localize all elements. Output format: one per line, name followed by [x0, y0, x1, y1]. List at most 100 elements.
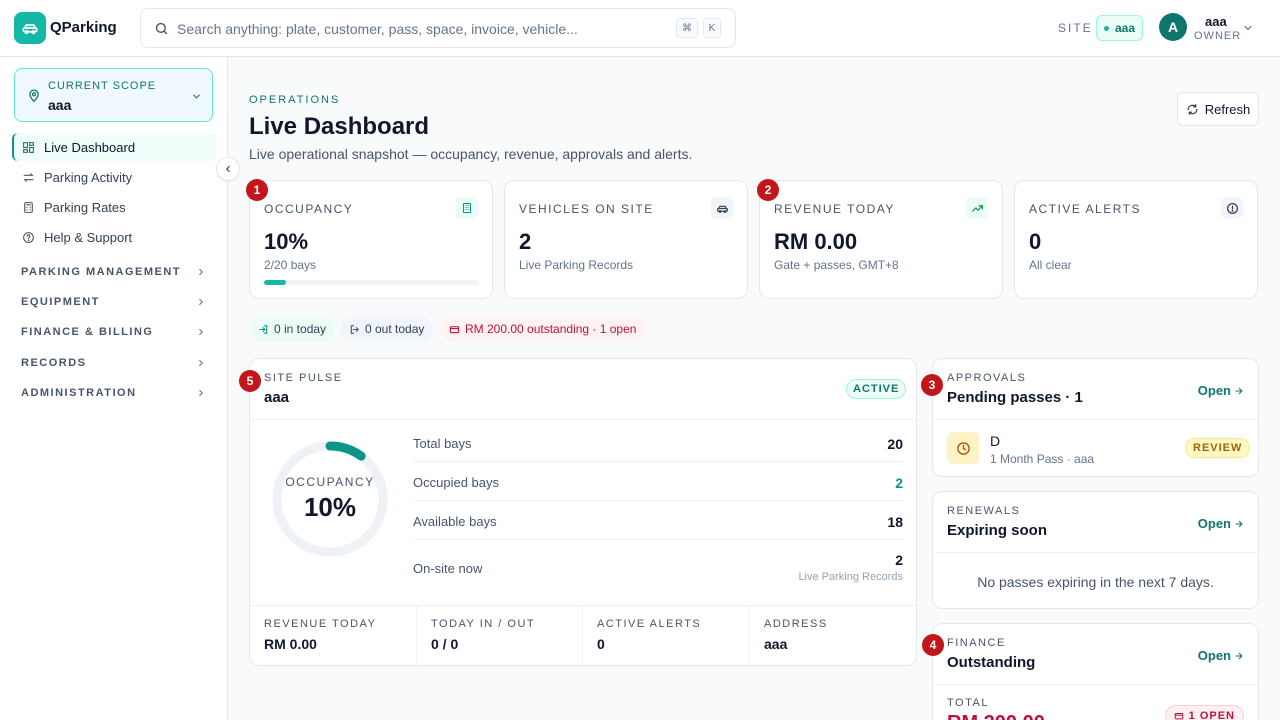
occupancy-progress-bar: [264, 280, 479, 285]
chevron-right-icon: [199, 389, 204, 397]
page-title: Live Dashboard: [249, 113, 430, 140]
metric-on-site: On-site now 2 Live Parking Records: [413, 552, 903, 583]
sidebar-item-label: Parking Rates: [44, 199, 126, 215]
finance-label: FINANCE: [947, 637, 1006, 649]
site-selector[interactable]: aaa: [1096, 15, 1144, 41]
outstanding-chip[interactable]: RM 200.00 outstanding · 1 open: [440, 317, 646, 341]
divider: [933, 684, 1258, 685]
total-value: RM 200.00: [947, 712, 1045, 720]
metric-value: 2: [895, 552, 903, 568]
chevron-down-icon[interactable]: [1242, 22, 1254, 34]
shortcut-key-cmd: ⌘: [676, 18, 698, 38]
renewals-open-link[interactable]: Open: [1198, 516, 1244, 531]
swap-icon: [21, 170, 35, 184]
site-pulse-label: SITE PULSE: [264, 372, 343, 384]
metric-value-group: 2 Live Parking Records: [798, 552, 903, 583]
login-icon: [259, 324, 268, 334]
dashboard-icon: [21, 140, 35, 154]
stat-label: REVENUE TODAY: [774, 202, 895, 216]
sidebar-item-parking-activity[interactable]: Parking Activity: [12, 163, 216, 191]
global-search[interactable]: Search anything: plate, customer, pass, …: [140, 8, 736, 48]
stat-card-occupancy: OCCUPANCY 10% 2/20 bays: [249, 180, 493, 299]
user-name[interactable]: aaa: [1205, 14, 1227, 29]
footer-label: REVENUE TODAY: [264, 618, 377, 630]
status-badge: ACTIVE: [846, 379, 907, 399]
arrow-right-icon: [1235, 652, 1243, 659]
renewals-empty-state: No passes expiring in the next 7 days.: [977, 574, 1214, 590]
metric-label: Occupied bays: [413, 475, 499, 490]
gauge-label: OCCUPANCY: [285, 475, 375, 489]
refresh-icon: [1187, 103, 1198, 115]
annotation-badge: 1: [246, 179, 268, 201]
sidebar-group-finance-billing[interactable]: FINANCE & BILLING: [21, 322, 206, 342]
annotation-badge: 5: [239, 370, 261, 392]
sidebar-item-help-support[interactable]: Help & Support: [12, 223, 216, 251]
sidebar-item-parking-rates[interactable]: Parking Rates: [12, 193, 216, 221]
renewals-title: Expiring soon: [947, 522, 1048, 539]
search-input[interactable]: Search anything: plate, customer, pass, …: [177, 21, 578, 37]
clock-icon: [947, 432, 979, 464]
chevron-down-icon: [193, 94, 200, 99]
stat-sub: All clear: [1029, 258, 1072, 272]
sidebar-group-equipment[interactable]: EQUIPMENT: [21, 292, 206, 312]
divider: [413, 539, 903, 540]
footer-label: TODAY IN / OUT: [431, 618, 536, 630]
avatar[interactable]: A: [1159, 13, 1187, 41]
stat-card-revenue: REVENUE TODAY RM 0.00 Gate + passes, GMT…: [759, 180, 1003, 299]
sidebar-group-records[interactable]: RECORDS: [21, 353, 206, 373]
stat-label: OCCUPANCY: [264, 202, 354, 216]
footer-value: RM 0.00: [264, 636, 317, 652]
top-bar: QParking Search anything: plate, custome…: [0, 0, 1280, 57]
search-icon: [155, 22, 168, 35]
badge-label: 1 OPEN: [1188, 710, 1235, 720]
renewals-card: RENEWALS Expiring soon Open No passes ex…: [932, 491, 1259, 609]
footer-address: ADDRESS aaa: [750, 605, 916, 665]
stat-sub: 2/20 bays: [264, 258, 317, 272]
finance-title: Outstanding: [947, 654, 1036, 671]
shortcut-key-k: K: [703, 18, 721, 38]
car-icon: [22, 24, 38, 35]
group-label: PARKING MANAGEMENT: [21, 266, 182, 278]
finance-open-link[interactable]: Open: [1198, 648, 1244, 663]
gauge-value: 10%: [303, 492, 357, 522]
collapse-sidebar-button[interactable]: [216, 157, 240, 181]
group-label: EQUIPMENT: [21, 296, 100, 308]
sidebar: CURRENT SCOPE aaa Live Dashboard Parking…: [0, 57, 228, 720]
arrow-right-icon: [1235, 520, 1243, 527]
chip-label: 0 out today: [365, 322, 425, 336]
scope-selector[interactable]: CURRENT SCOPE aaa: [14, 68, 213, 122]
sidebar-item-label: Live Dashboard: [44, 139, 136, 155]
scope-label: CURRENT SCOPE: [48, 80, 157, 92]
metric-value: 20: [887, 436, 903, 452]
app-logo[interactable]: [14, 12, 46, 44]
refresh-button[interactable]: Refresh: [1177, 92, 1259, 126]
review-badge: REVIEW: [1185, 438, 1251, 458]
out-today-chip: 0 out today: [340, 317, 434, 341]
stat-value: 2: [519, 229, 532, 254]
chevron-right-icon: [199, 268, 204, 276]
metric-label: On-site now: [413, 561, 483, 576]
open-invoices-badge: 1 OPEN: [1164, 705, 1244, 720]
approvals-open-link[interactable]: Open: [1198, 383, 1244, 398]
sidebar-group-parking-management[interactable]: PARKING MANAGEMENT: [21, 262, 206, 282]
stat-card-alerts: ACTIVE ALERTS 0 All clear: [1014, 180, 1258, 299]
open-label: Open: [1197, 516, 1231, 531]
stat-value: 0: [1029, 229, 1042, 254]
sidebar-item-live-dashboard[interactable]: Live Dashboard: [12, 133, 216, 161]
annotation-badge: 2: [757, 179, 779, 201]
logout-icon: [350, 324, 359, 334]
sidebar-group-administration[interactable]: ADMINISTRATION: [21, 383, 206, 403]
stat-label: VEHICLES ON SITE: [519, 202, 654, 216]
footer-revenue-today: REVENUE TODAY RM 0.00: [250, 605, 417, 665]
pass-name[interactable]: D: [990, 433, 1000, 449]
site-label: SITE: [1058, 21, 1093, 35]
arrow-right-icon: [1235, 387, 1243, 394]
metric-total-bays: Total bays 20: [413, 436, 903, 454]
metric-value: 18: [887, 514, 903, 530]
site-pulse-name: aaa: [264, 389, 290, 406]
page-subtitle: Live operational snapshot — occupancy, r…: [249, 146, 693, 162]
progress-fill: [264, 280, 286, 285]
page-kicker: OPERATIONS: [249, 94, 341, 106]
annotation-badge: 3: [921, 374, 943, 396]
site-pulse-card: SITE PULSE aaa ACTIVE OCCUPANCY 10% Tota…: [249, 358, 917, 666]
